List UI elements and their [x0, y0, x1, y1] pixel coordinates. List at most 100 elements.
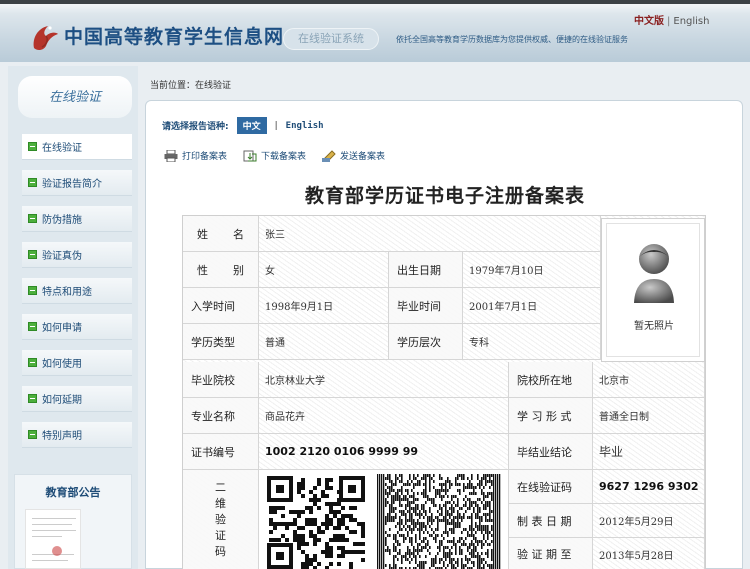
language-switch: 中文版 | English	[634, 12, 709, 27]
sidebar-item-how-extend[interactable]: 如何延期	[22, 386, 132, 412]
issue-date-label: 制 表 日 期	[509, 504, 593, 538]
qr-label-char: 维	[215, 497, 226, 510]
birth-value: 1979年7月10日	[463, 252, 601, 288]
printer-icon	[164, 149, 178, 162]
edu-type-value: 普通	[259, 324, 389, 360]
plus-bullet-icon	[28, 358, 37, 367]
sidebar-item-label: 特点和用途	[42, 287, 92, 298]
download-button[interactable]: 下载备案表	[243, 149, 306, 162]
report-lang-chinese-button[interactable]: 中文	[236, 117, 267, 134]
sidebar-item-how-apply[interactable]: 如何申请	[22, 314, 132, 340]
sidebar-item-label: 验证报告简介	[42, 179, 102, 190]
plus-bullet-icon	[28, 178, 37, 187]
send-button[interactable]: 发送备案表	[322, 149, 385, 162]
sidebar-item-label: 防伪措施	[42, 215, 82, 226]
qr-label-char: 证	[215, 529, 226, 542]
site-header: 中国高等教育学生信息网 在线验证系统 依托全国高等教育学历数据库为您提供权威、便…	[0, 0, 750, 62]
photo-caption: 暂无照片	[634, 321, 674, 332]
expire-value: 2013年5月28日	[593, 538, 705, 569]
study-form-value: 普通全日制	[593, 398, 705, 434]
report-language-label: 请选择报告语种:	[162, 122, 229, 132]
sidebar-item-label: 验证真伪	[42, 251, 82, 262]
gender-value: 女	[259, 252, 389, 288]
report-lang-separator: |	[274, 120, 278, 131]
conclusion-value: 毕业	[593, 434, 705, 470]
plus-bullet-icon	[28, 394, 37, 403]
avatar-placeholder-icon	[634, 244, 674, 303]
qr-label-char: 验	[215, 513, 226, 526]
gender-label: 性别	[183, 252, 259, 288]
sidebar-item-label: 如何延期	[42, 395, 82, 406]
red-bird-logo-icon	[33, 26, 58, 51]
major-label: 专业名称	[183, 398, 259, 434]
print-label: 打印备案表	[182, 152, 228, 162]
location-label: 院校所在地	[509, 362, 593, 398]
notice-title: 教育部公告	[45, 486, 101, 499]
lang-separator: |	[667, 16, 671, 27]
sidebar-item-how-use[interactable]: 如何使用	[22, 350, 132, 376]
major-value: 商品花卉	[259, 398, 509, 434]
sidebar-item-label: 在线验证	[42, 143, 82, 154]
action-bar: 打印备案表 下载备案表 发送备案表	[164, 149, 401, 162]
sidebar-item-report-intro[interactable]: 验证报告简介	[22, 170, 132, 196]
send-icon	[322, 149, 336, 162]
sidebar-item-statement[interactable]: 特别声明	[22, 422, 132, 448]
edu-level-value: 专科	[463, 324, 601, 360]
plus-bullet-icon	[28, 286, 37, 295]
cert-no-label: 证书编号	[183, 434, 259, 470]
qr-label-char: 二	[215, 481, 226, 494]
document-title: 教育部学历证书电子注册备案表	[304, 185, 585, 207]
graduate-time-label: 毕业时间	[389, 288, 463, 324]
gender-label-char-2: 别	[233, 263, 244, 277]
plus-bullet-icon	[28, 214, 37, 223]
name-label-char-1: 姓	[197, 227, 208, 241]
student-photo: 暂无照片	[601, 218, 705, 362]
site-title[interactable]: 中国高等教育学生信息网	[64, 22, 284, 49]
plus-bullet-icon	[28, 430, 37, 439]
gender-label-char-1: 性	[197, 263, 208, 277]
qr-code-icon	[265, 474, 367, 569]
verify-code-value[interactable]: 9627 1296 9302	[593, 470, 705, 504]
school-value: 北京林业大学	[259, 362, 509, 398]
edu-type-label: 学历类型	[183, 324, 259, 360]
sidebar-item-verify-auth[interactable]: 验证真伪	[22, 242, 132, 268]
ministry-notice[interactable]: 教育部公告	[14, 474, 132, 569]
send-label: 发送备案表	[340, 152, 386, 162]
plus-bullet-icon	[28, 322, 37, 331]
verify-code-label: 在线验证码	[509, 470, 593, 504]
name-label-char-2: 名	[233, 227, 244, 241]
enroll-label: 入学时间	[183, 288, 259, 324]
sidebar-title: 在线验证	[18, 76, 132, 118]
site-slogan: 依托全国高等教育学历数据库为您提供权威、便捷的在线验证服务	[396, 35, 628, 44]
qr-cell	[259, 470, 509, 569]
certificate-table: 姓名 张三 性别 女 出生日期 1979年7月10日 入学时间 1998年9月1…	[182, 215, 706, 569]
sidebar-item-features[interactable]: 特点和用途	[22, 278, 132, 304]
download-label: 下载备案表	[261, 152, 307, 162]
plus-bullet-icon	[28, 250, 37, 259]
sidebar-item-anti-fake[interactable]: 防伪措施	[22, 206, 132, 232]
system-badge: 在线验证系统	[283, 28, 379, 50]
graduate-time-value: 2001年7月1日	[463, 288, 601, 324]
cert-no-value: 1002 2120 0106 9999 99	[259, 434, 509, 470]
notice-document-thumbnail[interactable]	[25, 509, 81, 569]
conclusion-label: 毕结业结论	[509, 434, 593, 470]
sidebar-item-label: 特别声明	[42, 431, 82, 442]
issue-date-value: 2012年5月29日	[593, 504, 705, 538]
main-panel: 请选择报告语种: 中文 | English 打印备案表 下载备案表 发送备案表 …	[145, 100, 743, 569]
school-label: 毕业院校	[183, 362, 259, 398]
expire-label: 验 证 期 至	[509, 538, 593, 569]
sidebar-item-label: 如何申请	[42, 323, 82, 334]
birth-label: 出生日期	[389, 252, 463, 288]
lang-english-link[interactable]: English	[673, 16, 709, 27]
print-button[interactable]: 打印备案表	[164, 149, 227, 162]
lang-chinese-link[interactable]: 中文版	[634, 16, 664, 27]
qr-label: 二 维 验 证 码	[183, 470, 259, 569]
report-lang-english-link[interactable]: English	[286, 121, 324, 131]
breadcrumb: 当前位置：在线验证	[150, 81, 232, 91]
sidebar-menu: 在线验证 验证报告简介 防伪措施 验证真伪 特点和用途 如何申请 如何使用 如何…	[22, 134, 132, 458]
location-value: 北京市	[593, 362, 705, 398]
sidebar-item-online-verify[interactable]: 在线验证	[22, 134, 132, 160]
name-value: 张三	[259, 216, 601, 252]
name-label: 姓名	[183, 216, 259, 252]
report-language-selector: 请选择报告语种: 中文 | English	[162, 117, 324, 134]
